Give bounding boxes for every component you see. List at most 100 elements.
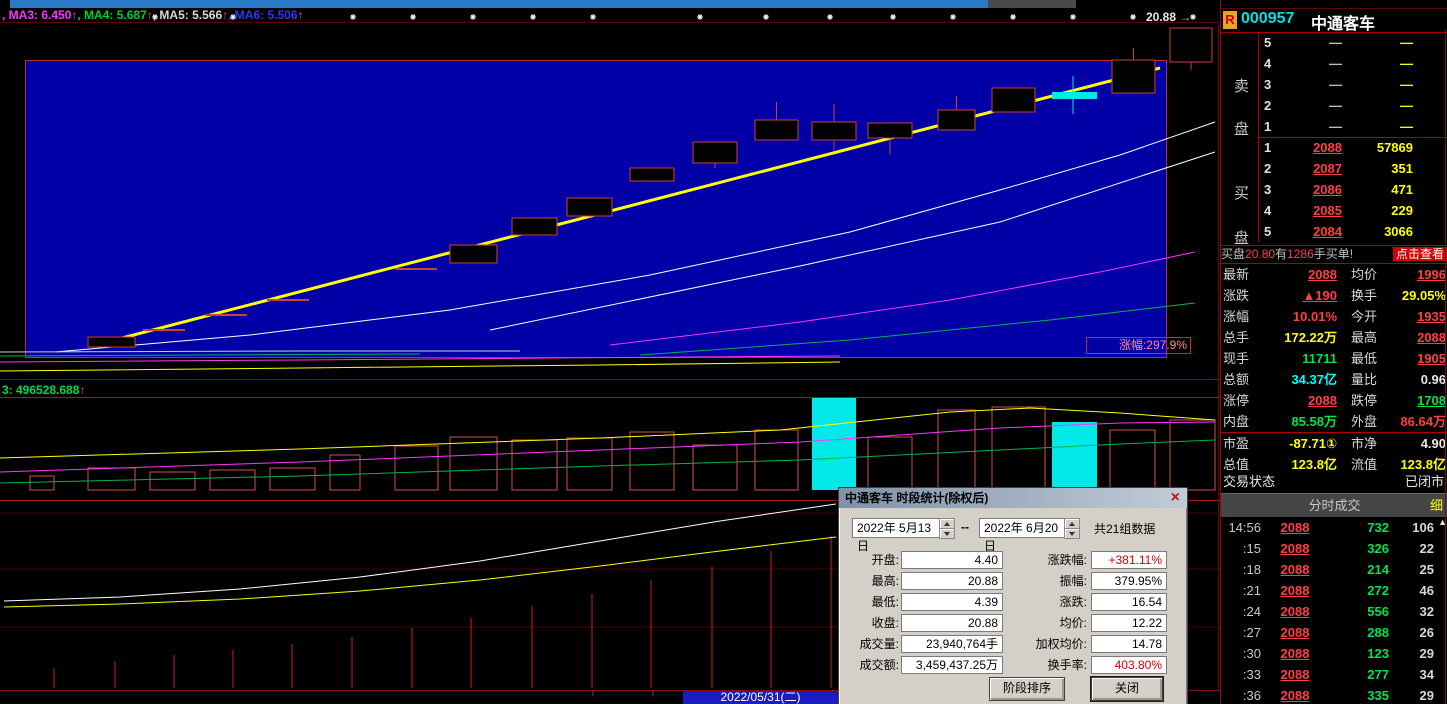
buy-price: 2084 <box>1282 221 1342 242</box>
sell-row[interactable]: 2—— <box>1259 95 1447 116</box>
quote-header: R 000957 中通客车 <box>1221 8 1447 33</box>
period-stats-dialog: 中通客车 时段统计(除权后) × 2022年 5月13日 -- 2022年 6月… <box>838 487 1188 704</box>
tick-count: 29 <box>1389 685 1447 704</box>
field-label: 成交量: <box>843 635 899 652</box>
stats-fields-left: 开盘:4.40最高:20.88最低:4.39收盘:20.88成交量:23,940… <box>843 549 1003 675</box>
sell-price: — <box>1282 74 1342 95</box>
date-range-separator: -- <box>961 520 969 534</box>
view-orders-button[interactable]: 点击查看 <box>1393 247 1447 261</box>
tick-row: :21208827246 <box>1221 580 1447 601</box>
ma-item: , MA3: 6.450 <box>2 8 71 22</box>
close-button[interactable]: 关闭 <box>1091 677 1163 701</box>
spinner-down-icon[interactable] <box>1064 528 1080 539</box>
buy-row[interactable]: 520843066 <box>1259 221 1447 242</box>
stat-row: 现手11711最低1905 <box>1221 348 1447 369</box>
top-window-strip <box>10 0 988 8</box>
stock-name: 中通客车 <box>1311 10 1375 34</box>
stat-label: 今开 <box>1337 306 1399 327</box>
field-value: 20.88 <box>901 572 1003 590</box>
buy-row[interactable]: 32086471 <box>1259 179 1447 200</box>
ma-item: , MA6: 5.506 <box>228 8 297 22</box>
stat-row: 涨停2088跌停1708 <box>1221 390 1447 411</box>
stat-value: 2088 <box>1399 327 1447 348</box>
stat-label: 市净 <box>1337 433 1399 454</box>
volume-ma-label: 3: 496528.688↑ <box>2 383 85 397</box>
level: 2 <box>1259 95 1282 116</box>
tick-time: :15 <box>1221 538 1261 559</box>
stat-row: 内盘85.58万外盘86.64万 <box>1221 411 1447 432</box>
close-icon[interactable]: × <box>1171 489 1180 507</box>
tick-count: 32 <box>1389 601 1447 622</box>
level: 3 <box>1259 74 1282 95</box>
up-arrow-icon: ↑ <box>79 383 85 397</box>
buy-row[interactable]: 22087351 <box>1259 158 1447 179</box>
field-value: 12.22 <box>1091 614 1167 632</box>
tick-count: 26 <box>1389 622 1447 643</box>
tick-time: :18 <box>1221 559 1261 580</box>
stat-label: 最高 <box>1337 327 1399 348</box>
stat-row: 总额34.37亿量比0.96 <box>1221 369 1447 390</box>
stat-row: 总手172.22万最高2088 <box>1221 327 1447 348</box>
field-label: 最高: <box>843 572 899 589</box>
stat-value: 29.05% <box>1399 285 1447 306</box>
period-sort-button[interactable]: 阶段排序 <box>989 677 1065 701</box>
dialog-field-row: 换手率:403.80% <box>1017 654 1167 675</box>
sell-volume: — <box>1342 74 1447 95</box>
date-to-spinner[interactable] <box>1064 518 1080 538</box>
tick-volume: 288 <box>1329 622 1389 643</box>
tab-tick-trades[interactable]: 分时成交 <box>1221 494 1447 517</box>
sell-row[interactable]: 1—— <box>1259 116 1447 137</box>
buy-row[interactable]: 42085229 <box>1259 200 1447 221</box>
field-label: 收盘: <box>843 614 899 631</box>
quote-stats-extra: 涨停2088跌停1708内盘85.58万外盘86.64万市盈-87.71①市净4… <box>1221 390 1447 475</box>
tick-tabbar[interactable]: 分时成交 细 <box>1221 493 1447 517</box>
dialog-field-row: 成交量:23,940,764手 <box>843 633 1003 654</box>
buy-side-label: 买 <box>1234 182 1249 203</box>
ma-item: , MA5: 5.566 <box>153 8 222 22</box>
stat-label: 现手 <box>1221 348 1263 369</box>
date-to-field[interactable]: 2022年 6月20日 <box>979 518 1066 538</box>
stat-label: 换手 <box>1337 285 1399 306</box>
stat-label: 市盈 <box>1221 433 1263 454</box>
tick-volume: 277 <box>1329 664 1389 685</box>
dialog-title[interactable]: 中通客车 时段统计(除权后) <box>839 488 1187 508</box>
hint-text: 1286 <box>1287 247 1314 261</box>
sell-row[interactable]: 3—— <box>1259 74 1447 95</box>
tick-price: 2088 <box>1261 538 1329 559</box>
trading-app-window: , MA3: 6.450↑, MA4: 5.687↑, MA5: 5.566↑,… <box>0 0 1447 704</box>
field-label: 均价: <box>1017 614 1087 631</box>
stat-label: 涨停 <box>1221 390 1263 411</box>
tick-price: 2088 <box>1261 580 1329 601</box>
spinner-down-icon[interactable] <box>939 528 955 539</box>
field-value: 3,459,437.25万 <box>901 656 1003 674</box>
hint-text: 20.80 <box>1245 247 1275 261</box>
level: 1 <box>1259 116 1282 137</box>
sell-row[interactable]: 5—— <box>1259 32 1447 53</box>
sell-row[interactable]: 4—— <box>1259 53 1447 74</box>
stat-value: 34.37亿 <box>1263 369 1337 390</box>
stat-label: 总额 <box>1221 369 1263 390</box>
date-from-spinner[interactable] <box>939 518 955 538</box>
stat-value: 10.01% <box>1263 306 1337 327</box>
stat-value: 2088 <box>1263 390 1337 411</box>
sell-price: — <box>1282 95 1342 116</box>
buy-price: 2085 <box>1282 200 1342 221</box>
stat-label: 总手 <box>1221 327 1263 348</box>
stat-label: 最新 <box>1221 264 1263 285</box>
dialog-field-row: 开盘:4.40 <box>843 549 1003 570</box>
field-value: 379.95% <box>1091 572 1167 590</box>
latest-price-label: 20.88 <box>1146 10 1176 24</box>
dialog-field-row: 均价:12.22 <box>1017 612 1167 633</box>
buy-volume: 57869 <box>1342 137 1447 158</box>
buy-row[interactable]: 1208857869 <box>1259 137 1447 158</box>
sell-volume: — <box>1342 95 1447 116</box>
tab-detail[interactable]: 细 <box>1430 494 1443 517</box>
dialog-field-row: 最低:4.39 <box>843 591 1003 612</box>
dialog-field-row: 涨跌幅:+381.11% <box>1017 549 1167 570</box>
stat-value: 1708 <box>1399 390 1447 411</box>
stat-label: 涨跌 <box>1221 285 1263 306</box>
field-value: 16.54 <box>1091 593 1167 611</box>
hint-text: 有 <box>1275 247 1287 261</box>
date-from-field[interactable]: 2022年 5月13日 <box>852 518 941 538</box>
stat-row: 涨幅10.01%今开1935 <box>1221 306 1447 327</box>
